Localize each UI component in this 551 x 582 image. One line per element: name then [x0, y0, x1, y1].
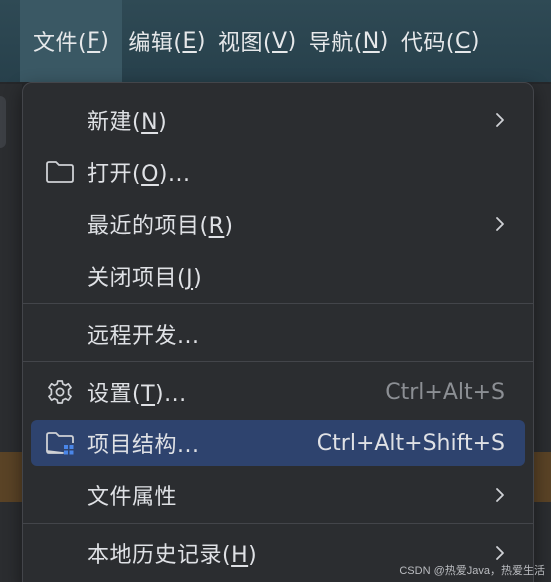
menu-file-label: 文件( [33, 31, 88, 56]
menu-item-project-structure-shortcut: Ctrl+Alt+Shift+S [316, 430, 505, 456]
menu-edit-label: 编辑( [128, 31, 183, 56]
menu-item-remote-development[interactable]: 远程开发... [31, 311, 525, 357]
chevron-right-icon [496, 217, 504, 231]
chevron-right-icon [496, 488, 504, 502]
menu-navigate-suffix: ) [379, 28, 389, 54]
project-structure-icon [46, 432, 74, 455]
menu-item-remote-development-label: 远程开发... [87, 324, 200, 349]
menu-view-label: 视图( [217, 31, 273, 56]
menu-item-local-history-label: 本地历史记录(H) [87, 543, 258, 568]
gear-icon [48, 380, 72, 404]
editor-gutter-right [532, 84, 551, 582]
menu-code-suffix: ) [470, 28, 480, 54]
watermark-text: CSDN @热爱Java，热爱生活 [399, 565, 545, 577]
file-menu-popup: 新建(N) 打开(O)... 最近的项目(R) 关闭项目(J) 远程开发... … [22, 82, 534, 582]
menu-navigate[interactable]: 导航(N) [303, 0, 395, 82]
menu-file[interactable]: 文件(F) [20, 0, 123, 82]
menu-separator [23, 523, 533, 524]
menu-item-close-project-label: 关闭项目(J) [87, 266, 203, 291]
menu-file-suffix: ) [100, 28, 110, 54]
menu-item-open-label: 打开(O)... [87, 162, 191, 187]
menu-item-recent-projects-label: 最近的项目(R) [87, 214, 234, 239]
menu-view[interactable]: 视图(V) [212, 0, 303, 82]
menu-item-file-properties-label: 文件属性 [87, 485, 178, 510]
menu-item-close-project[interactable]: 关闭项目(J) [31, 253, 525, 299]
menu-edit-suffix: ) [196, 28, 206, 54]
menu-item-project-structure-label: 项目结构... [87, 433, 200, 458]
menu-item-settings[interactable]: 设置(T)... Ctrl+Alt+S [31, 369, 525, 415]
menu-code-label: 代码( [400, 31, 455, 56]
editor-highlight-right [532, 452, 551, 502]
menu-item-new[interactable]: 新建(N) [31, 97, 525, 143]
menu-separator [23, 361, 533, 362]
folder-icon [46, 161, 74, 183]
menu-navigate-mnemonic: N [362, 28, 380, 54]
main-menu-bar: 文件(F) 编辑(E) 视图(V) 导航(N) 代码(C) [0, 0, 551, 82]
menu-edit-mnemonic: E [182, 28, 197, 54]
tool-window-stripe-button[interactable] [0, 96, 6, 148]
ide-window: 文件(F) 编辑(E) 视图(V) 导航(N) 代码(C) 新建(N) [0, 0, 551, 582]
chevron-right-icon [496, 113, 504, 127]
menu-file-mnemonic: F [87, 28, 101, 54]
menu-edit[interactable]: 编辑(E) [122, 0, 212, 82]
menu-separator [23, 303, 533, 304]
menu-item-new-label: 新建(N) [87, 110, 168, 135]
menu-code-mnemonic: C [454, 28, 471, 54]
menu-item-open[interactable]: 打开(O)... [31, 149, 525, 195]
menu-item-project-structure[interactable]: 项目结构... Ctrl+Alt+Shift+S [31, 420, 525, 466]
menu-item-settings-shortcut: Ctrl+Alt+S [385, 379, 505, 405]
menu-item-file-properties[interactable]: 文件属性 [31, 472, 525, 518]
editor-highlight-left [0, 452, 22, 502]
menu-view-suffix: ) [287, 28, 297, 54]
menu-view-mnemonic: V [272, 28, 288, 54]
menu-code[interactable]: 代码(C) [395, 0, 486, 82]
menu-item-settings-label: 设置(T)... [87, 382, 187, 407]
editor-gutter-left [0, 84, 22, 582]
menu-item-recent-projects[interactable]: 最近的项目(R) [31, 201, 525, 247]
chevron-right-icon [496, 546, 504, 560]
menu-navigate-label: 导航( [308, 31, 363, 56]
